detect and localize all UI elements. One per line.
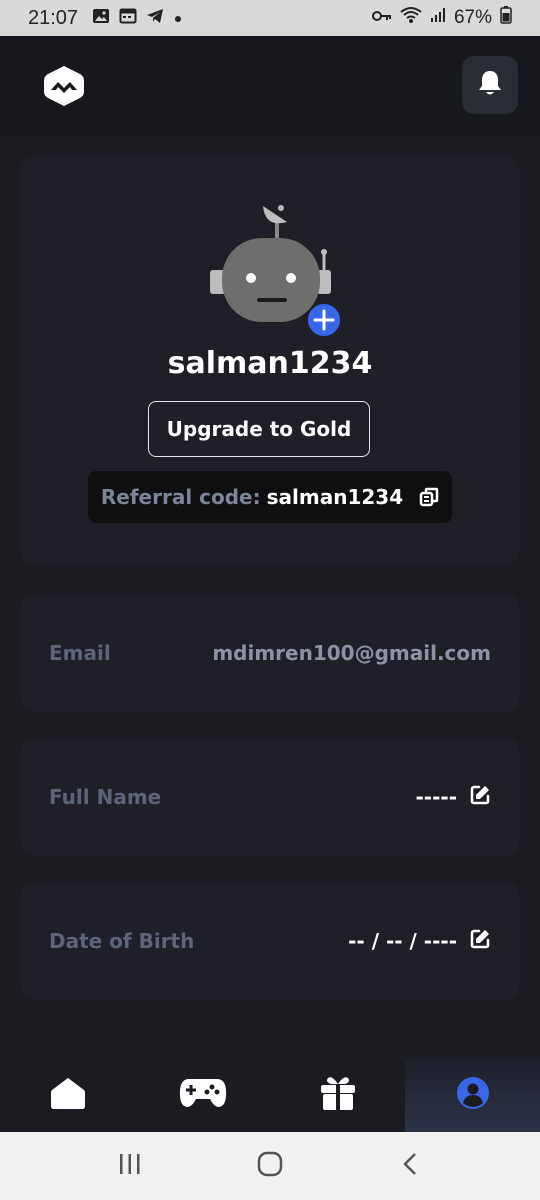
full-name-value: -----: [415, 785, 457, 809]
dob-value-group: -- / -- / ----: [348, 928, 491, 955]
edit-icon[interactable]: [469, 928, 491, 955]
home-circle-icon: [257, 1151, 283, 1181]
username: salman1234: [167, 346, 373, 381]
nav-games[interactable]: [135, 1058, 270, 1132]
dob-row[interactable]: Date of Birth -- / -- / ----: [21, 882, 519, 1000]
system-nav-bar: [0, 1132, 540, 1200]
recent-apps-button[interactable]: [100, 1141, 160, 1191]
referral-code: salman1234: [266, 485, 404, 509]
battery-text: 67%: [453, 7, 492, 28]
back-icon: [402, 1152, 418, 1180]
home-system-button[interactable]: [240, 1141, 300, 1191]
app-logo-icon[interactable]: [42, 64, 86, 108]
full-name-value-group: -----: [415, 784, 491, 811]
email-label: Email: [49, 641, 111, 665]
calendar-icon: [119, 7, 137, 29]
user-icon: [456, 1076, 490, 1114]
home-icon: [50, 1076, 86, 1114]
bell-icon: [477, 69, 503, 101]
bottom-nav: [0, 1058, 540, 1132]
gift-icon: [320, 1075, 356, 1115]
plus-icon: [306, 302, 342, 342]
back-button[interactable]: [380, 1141, 440, 1191]
referral-label: Referral code:: [100, 485, 261, 509]
telegram-icon: [146, 7, 164, 29]
nav-profile[interactable]: [405, 1058, 540, 1132]
dob-label: Date of Birth: [49, 929, 195, 953]
gamepad-icon: [179, 1076, 227, 1114]
gallery-icon: [92, 7, 110, 29]
status-bar: 21:07 67%: [0, 0, 540, 36]
upgrade-to-gold-button[interactable]: Upgrade to Gold: [148, 401, 370, 457]
referral-code-box[interactable]: Referral code: salman1234: [88, 471, 452, 523]
nav-home[interactable]: [0, 1058, 135, 1132]
key-icon: [371, 7, 392, 29]
dot-icon: [173, 9, 183, 28]
nav-rewards[interactable]: [270, 1058, 405, 1132]
edit-icon[interactable]: [469, 784, 491, 811]
email-value: mdimren100@gmail.com: [212, 641, 491, 665]
email-row: Email mdimren100@gmail.com: [21, 594, 519, 712]
wifi-icon: [400, 6, 422, 30]
notifications-button[interactable]: [462, 56, 518, 114]
add-avatar-button[interactable]: [306, 302, 342, 338]
copy-icon[interactable]: [419, 487, 439, 507]
battery-icon: [500, 6, 512, 30]
app-header: [0, 36, 540, 136]
recent-apps-icon: [118, 1153, 142, 1179]
status-time: 21:07: [28, 6, 79, 29]
full-name-label: Full Name: [49, 785, 162, 809]
signal-icon: [430, 7, 446, 29]
full-name-row[interactable]: Full Name -----: [21, 738, 519, 856]
dob-value: -- / -- / ----: [348, 929, 457, 953]
profile-card: salman1234 Upgrade to Gold Referral code…: [21, 156, 519, 566]
